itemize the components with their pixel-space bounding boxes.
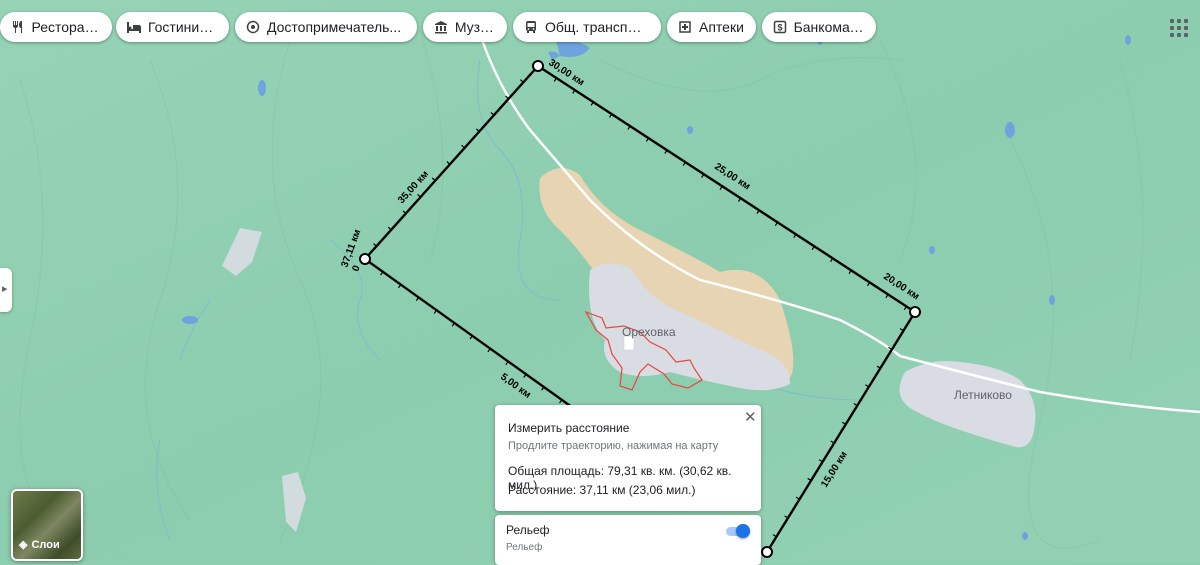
place-label-letnikovo[interactable]: Летниково	[954, 388, 1012, 402]
chip-label: Гостиницы	[148, 19, 217, 35]
toggle-knob	[736, 524, 750, 538]
measure-distance: Расстояние: 37,11 км (23,06 мил.)	[508, 483, 696, 497]
chip-atms[interactable]: $ Банкоматы	[762, 12, 876, 42]
chip-museums[interactable]: Музеи	[423, 12, 507, 42]
chip-transit[interactable]: Общ. транспорт	[513, 12, 661, 42]
chip-label: Рестораны	[31, 19, 100, 35]
vertex-start[interactable]	[359, 253, 371, 265]
vertex-2[interactable]	[532, 60, 544, 72]
layers-label-row: ◈ Слои	[19, 538, 60, 552]
close-icon[interactable]: ✕	[744, 408, 757, 426]
relief-title: Рельеф	[506, 523, 550, 537]
relief-panel: Рельеф Рельеф	[495, 515, 761, 565]
chip-label: Музеи	[454, 19, 495, 35]
chip-hotels[interactable]: Гостиницы	[116, 12, 229, 42]
relief-subtitle: Рельеф	[506, 542, 543, 553]
chevron-right-icon: ▸	[2, 283, 8, 295]
chip-label: Достопримечатель...	[267, 19, 402, 35]
layers-label: Слои	[31, 538, 60, 551]
measure-title: Измерить расстояние	[508, 421, 630, 435]
vertex-3[interactable]	[909, 306, 921, 318]
expand-side-panel-button[interactable]: ▸	[0, 268, 12, 312]
measure-hint: Продлите траекторию, нажимая на карту	[508, 440, 719, 452]
chip-restaurants[interactable]: Рестораны	[0, 12, 112, 42]
bed-icon	[126, 19, 142, 35]
vertex-4[interactable]	[761, 546, 773, 558]
landmark-icon	[245, 19, 261, 35]
place-label-orekhovka[interactable]: Ореховка	[622, 325, 676, 339]
atm-icon: $	[772, 19, 788, 35]
pharmacy-icon	[677, 19, 693, 35]
museum-icon	[433, 19, 449, 35]
bus-icon	[523, 19, 539, 35]
chip-label: Общ. транспорт	[544, 19, 649, 35]
chip-label: Аптеки	[699, 19, 744, 35]
svg-text:$: $	[777, 23, 782, 33]
chip-attractions[interactable]: Достопримечатель...	[235, 12, 417, 42]
layers-button[interactable]: ◈ Слои	[11, 489, 83, 561]
measure-distance-panel: Измерить расстояние Продлите траекторию,…	[495, 405, 761, 511]
layers-icon: ◈	[19, 539, 28, 551]
fork-knife-icon	[10, 19, 25, 35]
relief-toggle[interactable]	[724, 524, 750, 538]
apps-grid-icon[interactable]	[1168, 17, 1190, 39]
chip-label: Банкоматы	[793, 19, 864, 35]
chip-pharmacies[interactable]: Аптеки	[667, 12, 756, 42]
